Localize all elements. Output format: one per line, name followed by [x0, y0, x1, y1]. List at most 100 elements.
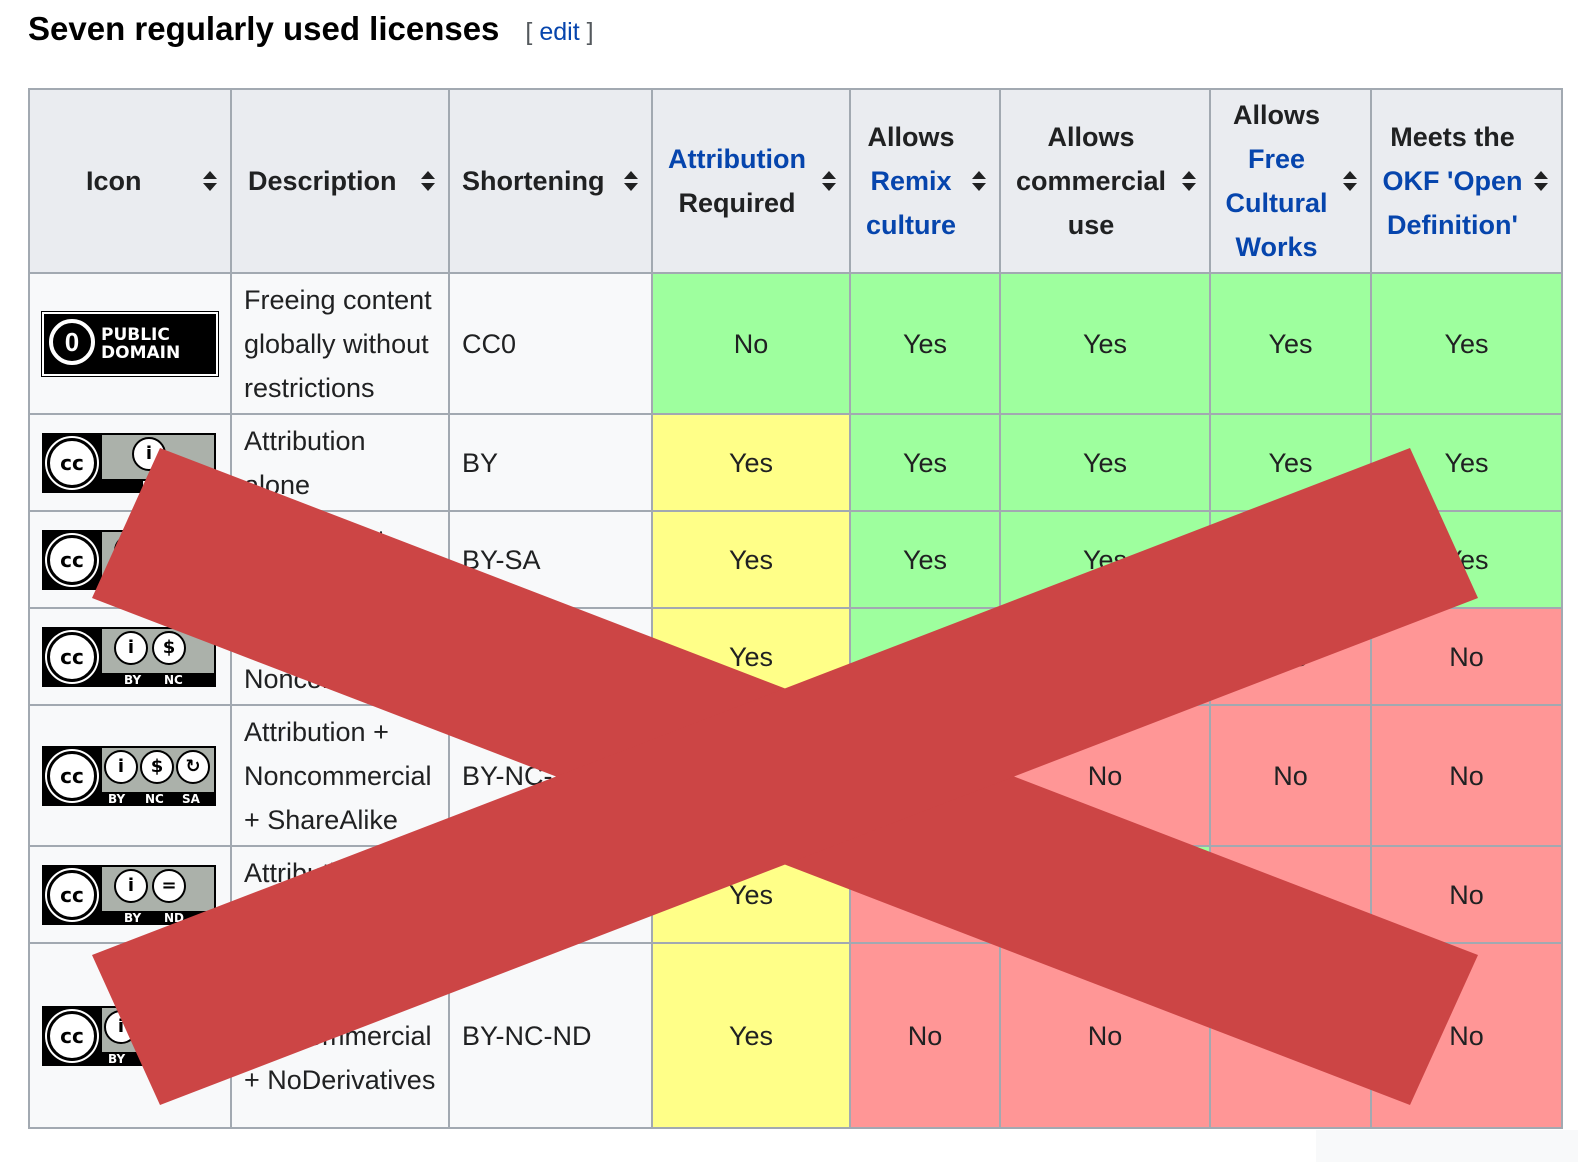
description-cell: Attribution + ShareAlike: [230, 510, 450, 609]
column-header-remix[interactable]: Allows Remix culture: [849, 88, 1001, 274]
table-row: cc i = BY ND Attribution + NoDerivatives…: [28, 845, 1563, 944]
noncommercial-icon: $: [140, 749, 174, 784]
free-cultural-cell: No: [1209, 704, 1372, 847]
description-cell: Attribution alone: [230, 413, 450, 512]
commercial-cell: No: [999, 607, 1211, 706]
noderivatives-icon: =: [152, 868, 186, 903]
remix-culture-link[interactable]: Remix culture: [866, 166, 956, 240]
remix-cell: Yes: [849, 272, 1001, 415]
table-row: cc i BY Attribution alone BY Yes Yes Yes…: [28, 413, 1563, 512]
commercial-cell: Yes: [999, 413, 1211, 512]
attribution-cell: No: [651, 272, 851, 415]
free-cultural-works-link[interactable]: Free Cultural Works: [1225, 144, 1327, 262]
okf-cell: Yes: [1370, 510, 1563, 609]
cc-by-sa-icon[interactable]: cc i ↻ BY SA: [42, 529, 216, 590]
cc-by-nc-sa-icon[interactable]: cc i $ ↻ BY NC SA: [42, 745, 216, 806]
column-header-icon[interactable]: Icon: [28, 88, 232, 274]
cc-zero-public-domain-icon[interactable]: 0 PUBLIC DOMAIN: [41, 310, 219, 377]
free-cultural-cell: No: [1209, 845, 1372, 944]
licenses-table: Icon Description Shortening Attribution …: [28, 88, 1563, 1129]
table-row: cc i $ BY NC Attribution + Noncommercial…: [28, 607, 1563, 706]
noncommercial-icon: $: [152, 630, 186, 665]
table-row: 0 PUBLIC DOMAIN Freeing content globally…: [28, 272, 1563, 415]
section-heading: Seven regularly used licenses [ edit ]: [28, 10, 594, 60]
attribution-cell: Yes: [651, 413, 851, 512]
page-corner: [1316, 1130, 1578, 1162]
sort-icon: [1534, 171, 1548, 191]
table-row: cc i ↻ BY SA Attribution + ShareAlike BY…: [28, 510, 1563, 609]
noncommercial-icon: $: [140, 1009, 174, 1044]
cc-by-nd-icon[interactable]: cc i = BY ND: [42, 864, 216, 925]
cc-by-nc-icon[interactable]: cc i $ BY NC: [42, 626, 216, 687]
sort-icon: [624, 171, 638, 191]
attribution-person-icon: i: [114, 868, 148, 903]
cc-logo-icon: cc: [47, 534, 97, 585]
okf-cell: No: [1370, 845, 1563, 944]
free-cultural-cell: No: [1209, 607, 1372, 706]
description-cell: Attribution + Noncommercial: [230, 607, 450, 706]
table-header-row: Icon Description Shortening Attribution …: [28, 88, 1563, 274]
attribution-person-icon: i: [114, 630, 148, 665]
okf-cell: Yes: [1370, 413, 1563, 512]
commercial-cell: No: [999, 942, 1211, 1129]
description-cell: Attribution + Noncommercial + ShareAlike: [230, 704, 450, 847]
cc-logo-icon: cc: [47, 750, 97, 801]
sort-icon: [972, 171, 986, 191]
attribution-cell: Yes: [651, 704, 851, 847]
description-cell: Attribution + NoDerivatives: [230, 845, 450, 944]
attribution-person-icon: i: [104, 1009, 138, 1044]
column-header-okf[interactable]: Meets the OKF 'Open Definition': [1370, 88, 1563, 274]
remix-cell: No: [849, 942, 1001, 1129]
remix-cell: Yes: [849, 413, 1001, 512]
commercial-cell: Yes: [999, 845, 1211, 944]
free-cultural-cell: Yes: [1209, 272, 1372, 415]
column-header-commercial[interactable]: Allows commercial use: [999, 88, 1211, 274]
column-header-free-cultural[interactable]: Allows Free Cultural Works: [1209, 88, 1372, 274]
shortening-cell: BY-SA: [448, 510, 653, 609]
description-cell: Freeing content globally without restric…: [230, 272, 450, 415]
free-cultural-cell: Yes: [1209, 413, 1372, 512]
remix-cell: Yes: [849, 704, 1001, 847]
shortening-cell: CC0: [448, 272, 653, 415]
attribution-person-icon: i: [114, 533, 148, 568]
sort-icon: [822, 171, 836, 191]
cc-logo-icon: cc: [47, 437, 97, 488]
okf-open-definition-link[interactable]: OKF 'Open Definition': [1383, 166, 1523, 240]
commercial-cell: No: [999, 704, 1211, 847]
commercial-cell: Yes: [999, 510, 1211, 609]
free-cultural-cell: No: [1209, 942, 1372, 1129]
section-title: Seven regularly used licenses: [28, 10, 500, 47]
sort-icon: [203, 171, 217, 191]
column-header-description[interactable]: Description: [230, 88, 450, 274]
remix-cell: Yes: [849, 607, 1001, 706]
cc-by-icon[interactable]: cc i BY: [42, 432, 216, 493]
attribution-cell: Yes: [651, 607, 851, 706]
noderivatives-icon: =: [176, 1009, 210, 1044]
remix-cell: No: [849, 845, 1001, 944]
okf-cell: No: [1370, 607, 1563, 706]
cc-logo-icon: cc: [47, 869, 97, 920]
cc-logo-icon: cc: [47, 1010, 97, 1061]
sharealike-icon: ↻: [176, 749, 210, 784]
okf-cell: Yes: [1370, 272, 1563, 415]
attribution-cell: Yes: [651, 942, 851, 1129]
sort-icon: [421, 171, 435, 191]
cc-logo-icon: cc: [47, 631, 97, 682]
column-header-attribution[interactable]: Attribution Required: [651, 88, 851, 274]
shortening-cell: BY-ND: [448, 845, 653, 944]
attribution-cell: Yes: [651, 845, 851, 944]
sort-icon: [1182, 171, 1196, 191]
sort-icon: [1343, 171, 1357, 191]
cc-by-nc-nd-icon[interactable]: cc i $ = BY NC ND: [42, 1005, 216, 1066]
attribution-person-icon: i: [132, 436, 166, 471]
shortening-cell: BY: [448, 413, 653, 512]
table-row: cc i $ ↻ BY NC SA Attribution + Noncomme…: [28, 704, 1563, 847]
shortening-cell: BY-NC-ND: [448, 942, 653, 1129]
commercial-cell: Yes: [999, 272, 1211, 415]
edit-link[interactable]: edit: [539, 18, 579, 46]
okf-cell: No: [1370, 704, 1563, 847]
attribution-link[interactable]: Attribution: [668, 144, 806, 174]
free-cultural-cell: Yes: [1209, 510, 1372, 609]
description-cell: Attribution + Noncommercial + NoDerivati…: [230, 942, 450, 1129]
column-header-shortening[interactable]: Shortening: [448, 88, 653, 274]
